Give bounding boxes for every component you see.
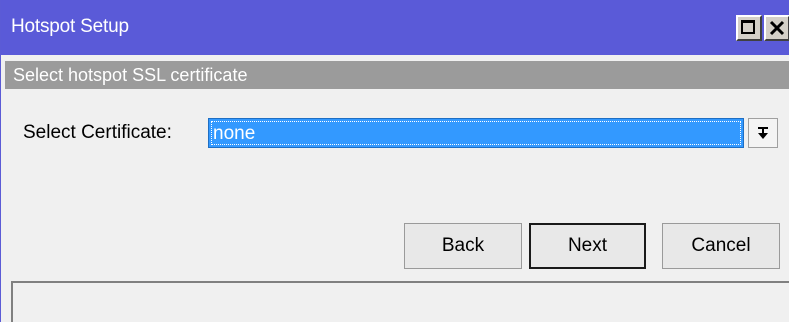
- close-icon: [769, 20, 785, 36]
- window-title: Hotspot Setup: [11, 16, 129, 37]
- close-button[interactable]: [764, 15, 789, 41]
- focus-outline: [211, 121, 741, 145]
- cancel-button-label: Cancel: [691, 235, 751, 256]
- next-button[interactable]: Next: [529, 223, 646, 269]
- back-button-label: Back: [441, 235, 485, 256]
- next-button-label: Next: [567, 235, 608, 256]
- maximize-icon: [741, 20, 755, 34]
- certificate-dropdown-button[interactable]: [748, 118, 778, 148]
- cancel-button[interactable]: Cancel: [662, 223, 780, 269]
- section-title: Select hotspot SSL certificate: [13, 65, 248, 85]
- certificate-value: none: [213, 123, 256, 144]
- dropdown-arrow-icon: [758, 127, 768, 139]
- certificate-label: Select Certificate:: [23, 122, 172, 143]
- back-button[interactable]: Back: [404, 223, 522, 269]
- section-header: Select hotspot SSL certificate: [5, 61, 789, 89]
- title-bar[interactable]: Hotspot Setup: [1, 0, 789, 55]
- certificate-select[interactable]: none: [208, 118, 744, 148]
- maximize-button[interactable]: [736, 15, 762, 41]
- hotspot-setup-window: Hotspot Setup Select hotspot SSL certifi…: [0, 0, 789, 322]
- status-bar: [11, 281, 789, 322]
